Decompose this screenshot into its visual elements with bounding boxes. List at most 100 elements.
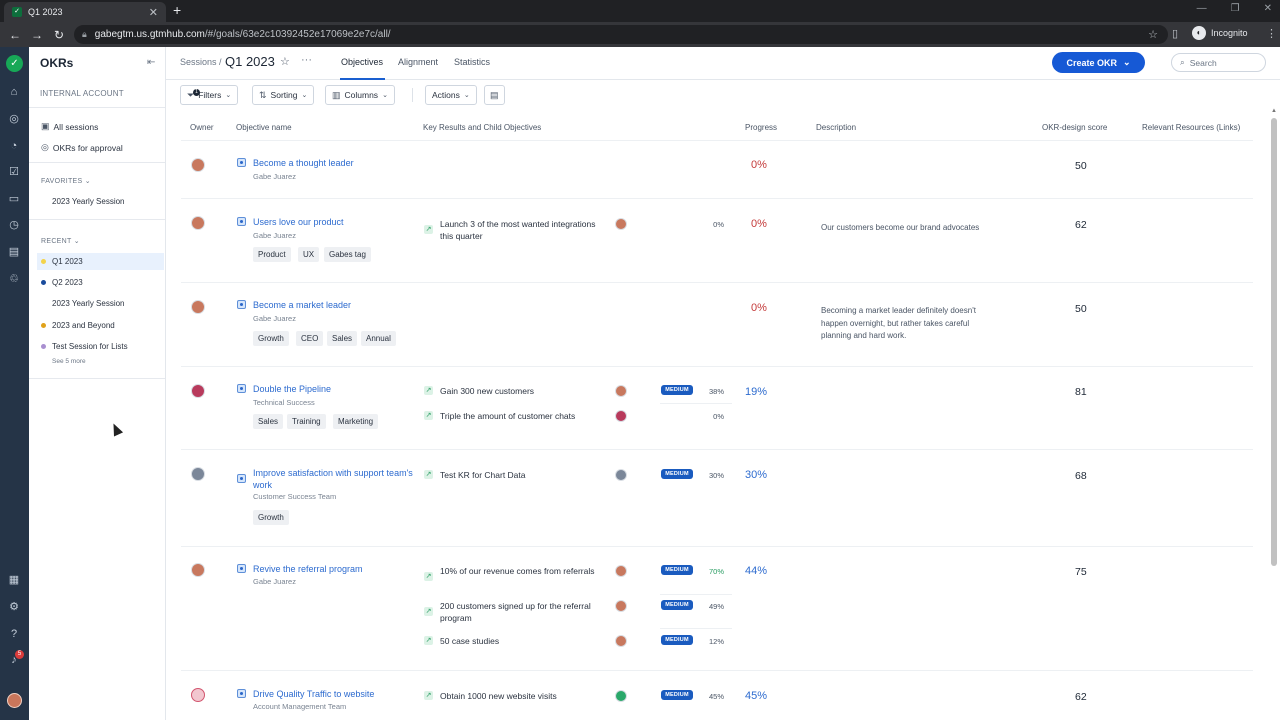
create-okr-button[interactable]: Create OKR ⌄ xyxy=(1052,52,1145,73)
key-result-name[interactable]: 50 case studies xyxy=(440,635,605,647)
close-window-icon[interactable]: ✕ xyxy=(1264,3,1272,14)
address-bar[interactable]: 🔒︎ gabegtm.us.gtmhub.com /#/goals/63e2c1… xyxy=(74,25,1168,44)
sidebar-recent-item[interactable]: Q2 2023 xyxy=(37,274,164,291)
help-icon[interactable]: ? xyxy=(7,627,21,641)
sidebar-link-all-sessions[interactable]: ▣ All sessions xyxy=(41,121,98,132)
columns-button[interactable]: ▥ Columns ⌄ xyxy=(325,85,395,105)
owner-avatar[interactable] xyxy=(191,216,205,230)
filters-button[interactable]: ⏷ Filters ⌄ xyxy=(180,85,239,105)
objective-tag[interactable]: Product xyxy=(253,247,291,262)
see-more-link[interactable]: See 5 more xyxy=(52,358,86,365)
bookmark-star-icon[interactable]: ☆ xyxy=(1148,28,1158,41)
kr-owner-avatar[interactable] xyxy=(615,600,627,612)
more-options-icon[interactable]: ··· xyxy=(301,54,312,66)
column-header-progress[interactable]: Progress xyxy=(745,123,777,132)
key-result-name[interactable]: 200 customers signed up for the referral… xyxy=(440,600,610,624)
actions-button[interactable]: Actions ⌄ xyxy=(425,85,477,105)
objective-tag[interactable]: Growth xyxy=(253,510,289,525)
objective-tag[interactable]: CEO xyxy=(296,331,324,346)
breadcrumb-sessions[interactable]: Sessions / xyxy=(180,57,222,67)
gtmhub-logo-icon[interactable]: ✓ xyxy=(6,55,23,72)
key-result-name[interactable]: Triple the amount of customer chats xyxy=(440,410,605,422)
lock-icon[interactable]: 🔒︎ xyxy=(82,29,87,40)
minimize-icon[interactable]: — xyxy=(1197,3,1207,14)
scroll-up-arrow-icon[interactable]: ▲ xyxy=(1271,108,1277,114)
owner-avatar[interactable] xyxy=(191,300,205,314)
whiteboards-icon[interactable]: ▭ xyxy=(7,192,21,206)
sidebar-link-okrs-for-approval[interactable]: ◎ OKRs for approval xyxy=(41,142,123,153)
home-icon[interactable]: ⌂ xyxy=(7,85,21,99)
tab-alignment[interactable]: Alignment xyxy=(398,57,438,67)
objective-tag[interactable]: Growth xyxy=(253,331,289,346)
people-icon[interactable]: ♲ xyxy=(7,272,21,286)
kr-owner-avatar[interactable] xyxy=(615,469,627,481)
kr-owner-avatar[interactable] xyxy=(615,565,627,577)
kr-owner-avatar[interactable] xyxy=(615,218,627,230)
tab-statistics[interactable]: Statistics xyxy=(454,57,490,67)
objective-name[interactable]: Revive the referral program xyxy=(253,563,413,575)
kpi-gauge-icon[interactable]: ◔ xyxy=(7,139,21,153)
key-result-name[interactable]: Obtain 1000 new website visits xyxy=(440,690,605,702)
sidebar-recent-item[interactable]: 2023 Yearly Session xyxy=(37,295,164,312)
column-header-objective[interactable]: Objective name xyxy=(236,123,292,132)
kr-owner-avatar[interactable] xyxy=(615,635,627,647)
owner-avatar[interactable] xyxy=(191,467,205,481)
sidebar-recent-item[interactable]: Q1 2023 xyxy=(37,253,164,270)
favorite-star-icon[interactable]: ☆ xyxy=(280,55,290,68)
owner-avatar[interactable] xyxy=(191,158,205,172)
key-result-name[interactable]: 10% of our revenue comes from referrals xyxy=(440,565,605,577)
objective-tag[interactable]: Annual xyxy=(361,331,396,346)
collapse-sidebar-icon[interactable]: ⇤ xyxy=(147,57,155,68)
key-result-name[interactable]: Test KR for Chart Data xyxy=(440,469,605,481)
objective-name[interactable]: Double the Pipeline xyxy=(253,383,413,395)
close-tab-icon[interactable]: ✕ xyxy=(149,6,158,19)
column-header-relevant-resources[interactable]: Relevant Resources (Links) xyxy=(1142,123,1240,132)
confidence-badge[interactable]: MEDIUM xyxy=(661,635,693,645)
reports-icon[interactable]: ▤ xyxy=(7,245,21,259)
column-header-owner[interactable]: Owner xyxy=(190,123,214,132)
side-panel-icon[interactable]: ▯ xyxy=(1172,27,1178,40)
confidence-badge[interactable]: MEDIUM xyxy=(661,600,693,610)
confidence-badge[interactable]: MEDIUM xyxy=(661,565,693,575)
restore-icon[interactable]: ❐ xyxy=(1231,3,1240,14)
recent-heading[interactable]: RECENT ⌄ xyxy=(41,237,80,245)
forward-arrow-icon[interactable]: → xyxy=(26,28,48,42)
browser-tab[interactable]: ✓ Q1 2023 ✕ xyxy=(4,2,166,22)
search-input[interactable]: ⌕ Search xyxy=(1171,53,1266,72)
column-header-description[interactable]: Description xyxy=(816,123,856,132)
objective-tag[interactable]: Sales xyxy=(327,331,358,346)
objective-name[interactable]: Become a thought leader xyxy=(253,157,413,169)
key-result-name[interactable]: Launch 3 of the most wanted integrations… xyxy=(440,218,605,242)
owner-avatar[interactable] xyxy=(191,384,205,398)
okrs-target-icon[interactable]: ◎ xyxy=(7,112,21,126)
key-result-name[interactable]: Gain 300 new customers xyxy=(440,385,605,397)
sidebar-recent-item[interactable]: 2023 and Beyond xyxy=(37,317,164,334)
objective-tag[interactable]: UX xyxy=(298,247,320,262)
reload-icon[interactable]: ↻ xyxy=(48,28,70,42)
objective-tag[interactable]: Sales xyxy=(253,414,284,429)
confidence-badge[interactable]: MEDIUM xyxy=(661,469,693,479)
column-header-okr-design-score[interactable]: OKR-design score xyxy=(1042,123,1107,132)
user-avatar[interactable] xyxy=(7,693,22,708)
sidebar-recent-item[interactable]: Test Session for Lists xyxy=(37,338,164,355)
comments-button[interactable]: ▤ xyxy=(484,85,505,105)
kr-owner-avatar[interactable] xyxy=(615,690,627,702)
history-clock-icon[interactable]: ◷ xyxy=(7,218,21,232)
objective-tag[interactable]: Gabes tag xyxy=(324,247,371,262)
objective-tag[interactable]: Marketing xyxy=(333,414,379,429)
owner-avatar[interactable] xyxy=(191,563,205,577)
confidence-badge[interactable]: MEDIUM xyxy=(661,385,693,395)
owner-avatar[interactable] xyxy=(191,688,205,702)
settings-gear-icon[interactable]: ⚙ xyxy=(7,600,21,614)
tab-objectives[interactable]: Objectives xyxy=(341,57,383,67)
kr-owner-avatar[interactable] xyxy=(615,410,627,422)
objective-tag[interactable]: Training xyxy=(287,414,326,429)
sidebar-favorite-item[interactable]: 2023 Yearly Session xyxy=(37,193,164,210)
browser-menu-icon[interactable]: ⋮ xyxy=(1266,27,1277,40)
back-arrow-icon[interactable]: ← xyxy=(4,28,26,42)
tasks-check-icon[interactable]: ☑ xyxy=(7,165,21,179)
objective-name[interactable]: Become a market leader xyxy=(253,299,413,311)
sorting-button[interactable]: ⇅ Sorting ⌄ xyxy=(252,85,315,105)
objective-name[interactable]: Users love our product xyxy=(253,216,413,228)
objective-name[interactable]: Improve satisfaction with support team's… xyxy=(253,467,413,491)
